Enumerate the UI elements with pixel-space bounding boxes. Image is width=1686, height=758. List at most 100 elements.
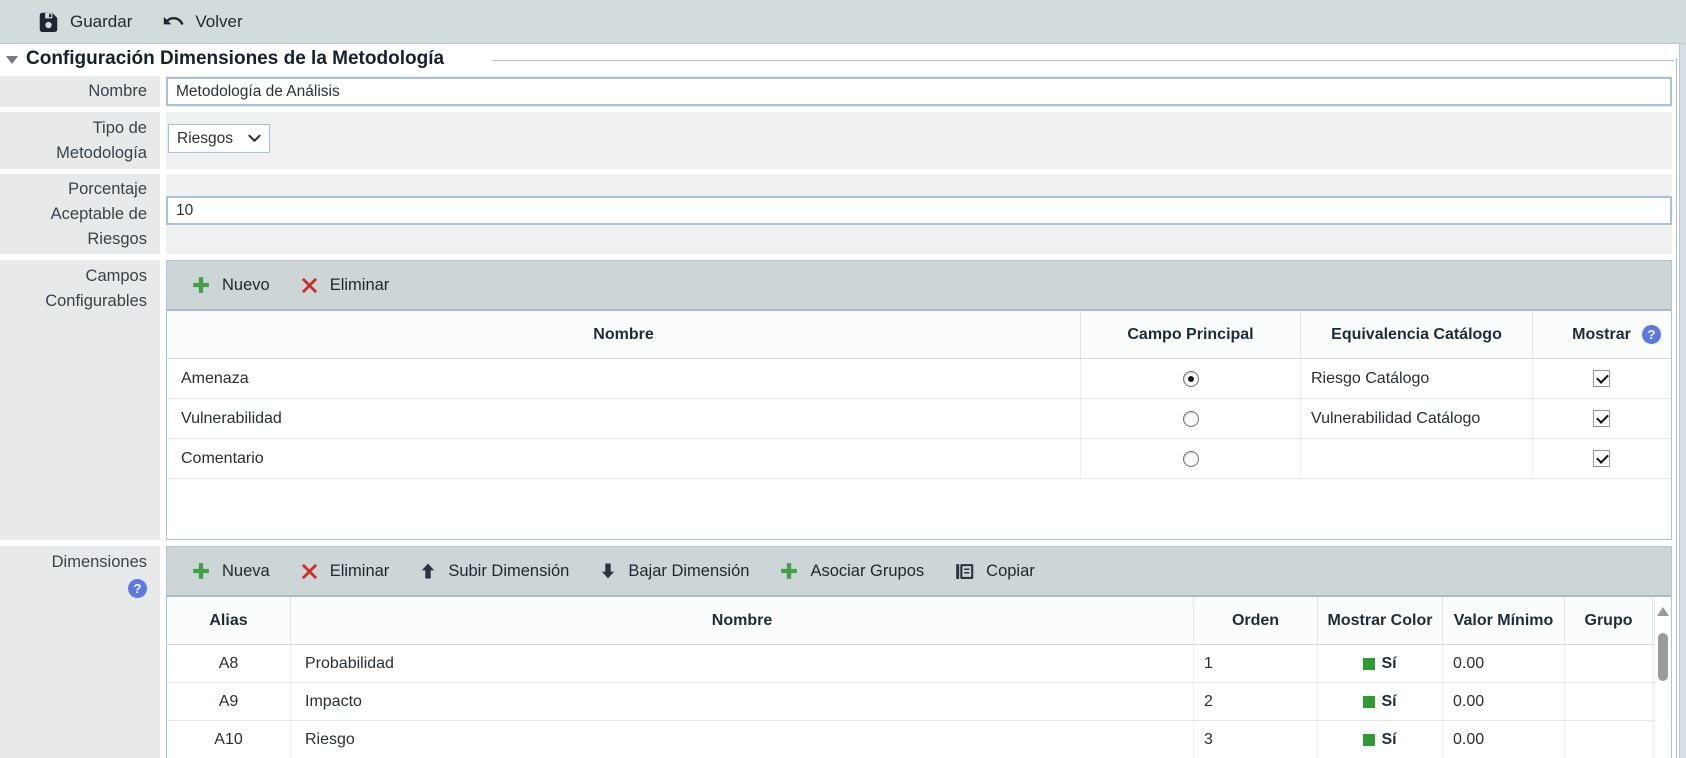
- campos-table-row[interactable]: Amenaza Riesgo Catálogo: [167, 359, 1671, 399]
- cell-valor-minimo: 0.00: [1443, 683, 1565, 720]
- dimensiones-table-header: Alias Nombre Orden Mostrar Color Valor M…: [167, 597, 1671, 645]
- help-icon[interactable]: ?: [128, 579, 147, 598]
- cell-campo-principal: [1081, 439, 1301, 478]
- dimensiones-table-row[interactable]: A10 Riesgo 3 Sí 0.00: [167, 721, 1671, 758]
- dim-copiar-button[interactable]: Copiar: [944, 557, 1045, 586]
- cell-nombre: Riesgo: [291, 721, 1194, 758]
- cell-nombre: Probabilidad: [291, 645, 1194, 682]
- principal-radio[interactable]: [1183, 371, 1199, 387]
- col-equivalencia: Equivalencia Catálogo: [1301, 311, 1533, 358]
- principal-radio[interactable]: [1183, 411, 1199, 427]
- section-title: Configuración Dimensiones de la Metodolo…: [26, 48, 444, 70]
- campos-toolbar: Nuevo Eliminar: [167, 261, 1671, 311]
- arrow-up-icon: [419, 562, 437, 580]
- porcentaje-label: PorcentajeAceptable deRiesgos: [0, 174, 160, 254]
- dim-bajar-button[interactable]: Bajar Dimensión: [589, 558, 759, 585]
- mostrar-checkbox[interactable]: [1593, 450, 1610, 467]
- cell-mostrar-color: Sí: [1318, 683, 1443, 720]
- campos-eliminar-button[interactable]: Eliminar: [290, 272, 400, 299]
- dimensiones-label: Dimensiones ?: [0, 546, 160, 758]
- section-right-border: [1676, 58, 1677, 758]
- color-swatch: [1363, 696, 1375, 708]
- section-header: Configuración Dimensiones de la Metodolo…: [0, 48, 1686, 72]
- cell-mostrar-color: Sí: [1318, 721, 1443, 758]
- tipo-select-value: Riesgos: [177, 130, 233, 148]
- campos-table-body: Amenaza Riesgo Catálogo Vulnerabilidad V…: [167, 359, 1671, 479]
- scroll-thumb[interactable]: [1658, 633, 1668, 681]
- tipo-label: Tipo deMetodología: [0, 112, 160, 169]
- dim-asociar-button[interactable]: Asociar Grupos: [769, 557, 934, 585]
- x-icon: [300, 562, 319, 581]
- dim-subir-button[interactable]: Subir Dimensión: [409, 558, 579, 585]
- cell-campo-principal: [1081, 399, 1301, 438]
- dim-nueva-button[interactable]: Nueva: [181, 557, 280, 585]
- cell-nombre: Impacto: [291, 683, 1194, 720]
- campos-nuevo-button[interactable]: Nuevo: [181, 271, 280, 299]
- campos-label: CamposConfigurables: [0, 260, 160, 540]
- tipo-select[interactable]: Riesgos: [168, 124, 270, 153]
- cell-orden: 2: [1194, 683, 1318, 720]
- page-scrollbar[interactable]: [1679, 44, 1686, 758]
- cell-grupo: [1565, 683, 1653, 720]
- col-mostrar-color: Mostrar Color: [1318, 597, 1443, 644]
- dimensiones-toolbar: Nueva Eliminar Subir Dimensión Bajar Dim…: [167, 547, 1671, 597]
- dim-eliminar-button[interactable]: Eliminar: [290, 558, 400, 585]
- col-alias: Alias: [167, 597, 291, 644]
- cell-valor-minimo: 0.00: [1443, 645, 1565, 682]
- col-grupo: Grupo: [1565, 597, 1653, 644]
- help-icon[interactable]: ?: [1642, 325, 1661, 344]
- cell-orden: 1: [1194, 645, 1318, 682]
- collapse-caret-icon[interactable]: [6, 56, 18, 64]
- dimensiones-scrollbar[interactable]: [1654, 599, 1670, 758]
- col-mostrar: Mostrar ?: [1533, 311, 1670, 358]
- dimensiones-grid: Nueva Eliminar Subir Dimensión Bajar Dim…: [166, 546, 1672, 758]
- save-button[interactable]: Guardar: [30, 7, 140, 36]
- cell-mostrar: [1533, 439, 1670, 478]
- cell-equivalencia: [1301, 439, 1533, 478]
- mostrar-checkbox[interactable]: [1593, 370, 1610, 387]
- col-valor-minimo: Valor Mínimo: [1443, 597, 1565, 644]
- copy-icon: [954, 561, 975, 582]
- cell-nombre: Amenaza: [167, 359, 1081, 398]
- back-button[interactable]: Volver: [154, 7, 250, 37]
- cell-mostrar: [1533, 359, 1670, 398]
- top-toolbar: Guardar Volver: [0, 0, 1686, 44]
- campos-table-row[interactable]: Comentario: [167, 439, 1671, 479]
- nombre-input[interactable]: [166, 77, 1672, 106]
- x-icon: [300, 276, 319, 295]
- cell-nombre: Vulnerabilidad: [167, 399, 1081, 438]
- campos-grid: Nuevo Eliminar Nombre Campo Principal Eq…: [166, 260, 1672, 540]
- nombre-band: [166, 76, 1672, 107]
- plus-icon: [191, 275, 211, 295]
- cell-orden: 3: [1194, 721, 1318, 758]
- principal-radio[interactable]: [1183, 451, 1199, 467]
- save-icon: [38, 11, 59, 32]
- cell-mostrar: [1533, 399, 1670, 438]
- porcentaje-band: [166, 174, 1672, 254]
- porcentaje-input[interactable]: [166, 196, 1672, 225]
- cell-valor-minimo: 0.00: [1443, 721, 1565, 758]
- col-nombre: Nombre: [167, 311, 1081, 358]
- dimensiones-table-row[interactable]: A9 Impacto 2 Sí 0.00: [167, 683, 1671, 721]
- save-button-label: Guardar: [70, 12, 132, 32]
- cell-grupo: [1565, 645, 1653, 682]
- cell-mostrar-color: Sí: [1318, 645, 1443, 682]
- campos-table-header: Nombre Campo Principal Equivalencia Catá…: [167, 311, 1671, 359]
- mostrar-checkbox[interactable]: [1593, 410, 1610, 427]
- campos-table-row[interactable]: Vulnerabilidad Vulnerabilidad Catálogo: [167, 399, 1671, 439]
- col-nombre: Nombre: [291, 597, 1194, 644]
- section-divider: [492, 60, 1674, 61]
- color-swatch: [1363, 658, 1375, 670]
- cell-alias: A8: [167, 645, 291, 682]
- col-campo-principal: Campo Principal: [1081, 311, 1301, 358]
- arrow-down-icon: [599, 562, 617, 580]
- dimensiones-table-body: A8 Probabilidad 1 Sí 0.00 A9 Impacto 2 S…: [167, 645, 1671, 758]
- col-orden: Orden: [1194, 597, 1318, 644]
- cell-alias: A9: [167, 683, 291, 720]
- undo-arrow-icon: [162, 11, 184, 33]
- plus-icon: [191, 561, 211, 581]
- dimensiones-table-row[interactable]: A8 Probabilidad 1 Sí 0.00: [167, 645, 1671, 683]
- color-swatch: [1363, 734, 1375, 746]
- scroll-up-arrow-icon[interactable]: [1657, 607, 1669, 616]
- cell-alias: A10: [167, 721, 291, 758]
